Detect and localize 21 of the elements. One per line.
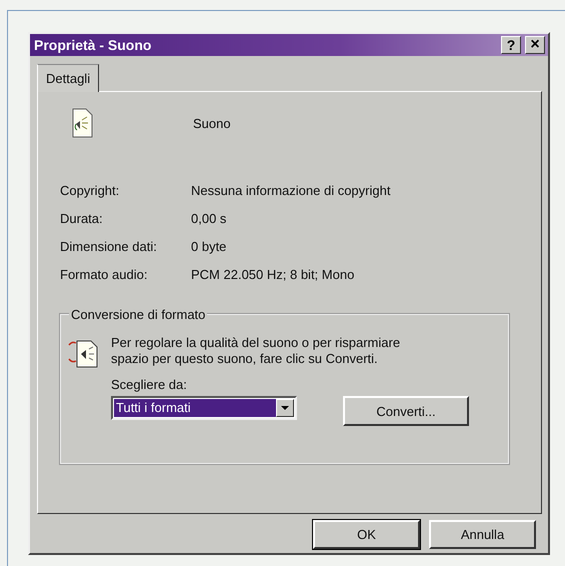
close-button[interactable]: × [525,36,545,54]
property-value: PCM 22.050 Hz; 8 bit; Mono [191,267,356,282]
property-value: 0 byte [191,239,228,254]
combo-label: Scegliere da: [111,377,188,392]
property-label: Formato audio: [60,267,148,282]
property-value: Nessuna informazione di copyright [191,183,392,198]
convert-button[interactable]: Converti... [343,396,469,426]
group-title: Conversione di formato [69,307,208,322]
property-value: 0,00 s [191,211,228,226]
help-button[interactable]: ? [501,36,521,54]
property-label: Durata: [60,211,104,226]
description-text: Per regolare la qualità del suono o per risparmiare spazio per questo suono, fare clic su Converti. [111,335,402,367]
format-dropdown[interactable]: Tutti i formati [111,396,297,420]
cancel-button[interactable]: Annulla [429,520,536,549]
file-name: Suono [193,116,231,130]
ok-button[interactable]: OK [313,520,420,549]
property-label: Copyright: [60,183,120,198]
sound-file-icon [71,108,93,138]
tab[interactable]: Dettagli [37,64,100,92]
property-label: Dimensione dati: [60,239,158,254]
window-title: Proprietà - Suono [34,37,152,53]
